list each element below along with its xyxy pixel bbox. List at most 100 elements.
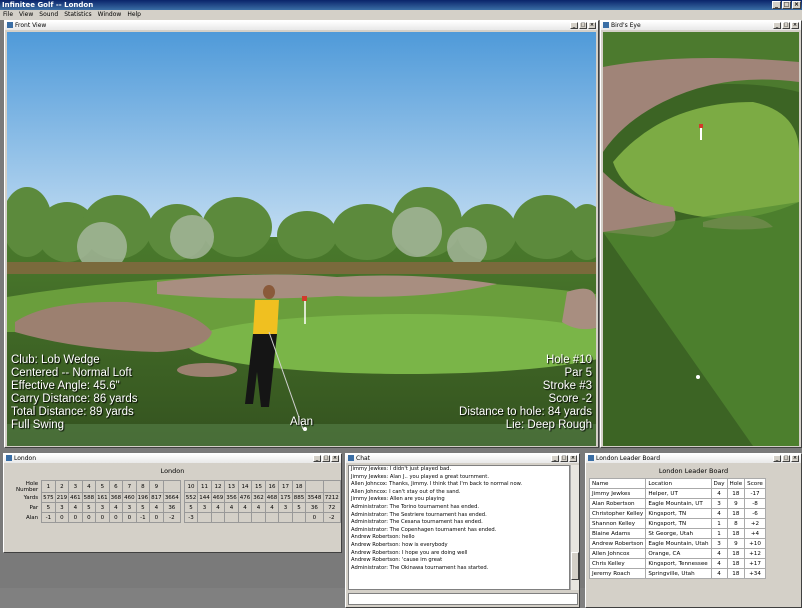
leaderboard-cell: Jimmy Jewkes (588, 488, 647, 499)
score-cell: 15 (251, 480, 266, 493)
score-cell: 4 (237, 502, 253, 513)
leaderboard-row[interactable]: Jeremy Roach Springville, Utah 4 18 +34 (588, 568, 766, 579)
front-view-title: Front View (15, 22, 47, 29)
close-button[interactable]: × (588, 22, 596, 29)
minimize-button[interactable]: _ (313, 455, 321, 462)
leaderboard-row[interactable]: Shannon Kelley Kingsport, TN 1 8 +2 (588, 518, 766, 529)
score-cell (264, 512, 280, 523)
close-button[interactable]: × (331, 455, 339, 462)
scorecard-table: Hole Number 1 2 3 4 5 6 7 8 9 10 11 12 13 14 15 16 17 18 Y… (8, 480, 342, 523)
lie-text: Lie: Deep Rough (505, 419, 592, 431)
leaderboard-column-header[interactable]: Hole (726, 478, 746, 489)
menu-view[interactable]: View (16, 10, 36, 20)
leaderboard-row[interactable]: Chris Kelley Kingsport, Tennessee 4 18 +17 (588, 558, 766, 569)
minimize-button[interactable]: _ (551, 455, 559, 462)
chat-message: Jimmy Jewkes: Allen are you playing (351, 496, 445, 503)
minimize-button[interactable]: _ (570, 22, 578, 29)
chat-message: Allen Johncox: Thanks, Jimmy. I think th… (351, 481, 523, 488)
menu-help[interactable]: Help (124, 10, 144, 20)
menu-window[interactable]: Window (95, 10, 125, 20)
front-view-titlebar[interactable]: Front View _ □ × (5, 21, 598, 30)
leaderboard-titlebar[interactable]: London Leader Board _ □ × (586, 454, 801, 463)
golf-scene[interactable]: Club: Lob Wedge Centered -- Normal Loft … (7, 32, 596, 446)
birds-eye-titlebar[interactable]: Bird's Eye _ □ × (601, 21, 801, 30)
score-cell: 817 (149, 492, 164, 503)
scorecard-window: London _ □ × London Hole Number 1 2 3 4 5 6 7 8 9… (3, 453, 342, 553)
close-button[interactable]: × (791, 22, 799, 29)
menu-file[interactable]: File (0, 10, 16, 20)
close-button[interactable]: × (791, 455, 799, 462)
close-button[interactable]: × (569, 455, 577, 462)
minimize-button[interactable]: _ (773, 22, 781, 29)
score-cell: 10 (183, 480, 199, 493)
birds-eye-graphic (603, 32, 799, 446)
chat-titlebar[interactable]: Chat _ □ × (346, 454, 579, 463)
leaderboard-row[interactable]: Andrew Robertson Eagle Mountain, Utah 3 9 +1… (588, 538, 766, 549)
scorecard-titlebar[interactable]: London _ □ × (4, 454, 341, 463)
leaderboard-column-header[interactable]: Location (645, 478, 712, 489)
score-cell: 5 (41, 502, 56, 513)
birds-eye-map[interactable] (603, 32, 799, 446)
score-cell: 161 (95, 492, 110, 503)
score-cell: 3 (54, 502, 70, 513)
chat-message: Andrew Robertson: 'cause im great (351, 557, 443, 564)
leaderboard-row[interactable]: Christopher Kelley Kingsport, TN 4 18 -6 (588, 508, 766, 519)
score-cell (224, 512, 239, 523)
leaderboard-cell: +12 (744, 548, 766, 559)
menu-sound[interactable]: Sound (36, 10, 61, 20)
front-total-cell: 36 (162, 502, 182, 513)
score-cell: 18 (291, 480, 307, 493)
score-cell: -3 (183, 512, 199, 523)
chat-input[interactable] (348, 593, 578, 605)
leaderboard-cell: -17 (744, 488, 766, 499)
leaderboard-column-header[interactable]: Score (744, 478, 766, 489)
leaderboard-row[interactable]: Alan Robertson Eagle Mountain, UT 3 9 -8 (588, 498, 766, 509)
score-cell: -1 (135, 512, 151, 523)
chat-log[interactable]: Jimmy Jewkes: I didn't just played bad. J… (348, 465, 570, 590)
score-cell: 0 (149, 512, 164, 523)
score-cell: 9 (149, 480, 164, 493)
app-title-bar: Infinitee Golf -- London _ □ × (0, 0, 802, 10)
app-maximize-button[interactable]: □ (782, 1, 791, 9)
stroke-text: Stroke #3 (542, 380, 592, 392)
score-cell: 469 (210, 492, 226, 503)
leaderboard-cell: Helper, UT (645, 488, 712, 499)
menu-statistics[interactable]: Statistics (61, 10, 94, 20)
minimize-button[interactable]: _ (773, 455, 781, 462)
score-cell: 7 (122, 480, 137, 493)
window-icon (7, 22, 13, 28)
chat-scrollbar-thumb[interactable] (571, 552, 579, 580)
score-cell: 0 (122, 512, 137, 523)
score-cell: 8 (135, 480, 151, 493)
birds-eye-title: Bird's Eye (611, 22, 641, 29)
chat-scrollbar[interactable] (570, 465, 579, 590)
score-cell: 5 (81, 502, 97, 513)
score-cell: 461 (68, 492, 83, 503)
leaderboard-cell: 18 (726, 528, 746, 539)
score-cell: 17 (278, 480, 293, 493)
leaderboard-cell: Alan Robertson (588, 498, 647, 509)
score-cell: 0 (54, 512, 70, 523)
score-cell (278, 512, 293, 523)
maximize-button[interactable]: □ (579, 22, 587, 29)
maximize-button[interactable]: □ (782, 455, 790, 462)
leaderboard-row[interactable]: Allen Johncox Orange, CA 4 18 +12 (588, 548, 766, 559)
app-close-button[interactable]: × (792, 1, 801, 9)
leaderboard-cell: Shannon Kelley (588, 518, 647, 529)
leaderboard-column-header[interactable]: Name (588, 478, 647, 489)
score-cell: 6 (108, 480, 124, 493)
distance-to-hole-text: Distance to hole: 84 yards (459, 406, 592, 418)
maximize-button[interactable]: □ (560, 455, 568, 462)
maximize-button[interactable]: □ (322, 455, 330, 462)
front-view-window: Front View _ □ × Club: Lob Wedge Centere… (4, 20, 599, 448)
leaderboard-cell: 4 (710, 508, 728, 519)
app-minimize-button[interactable]: _ (772, 1, 781, 9)
leaderboard-row[interactable]: Jimmy Jewkes Helper, UT 4 18 -17 (588, 488, 766, 499)
chat-message: Administrator: The Copenhagen tournament… (351, 526, 497, 533)
score-cell: 588 (81, 492, 97, 503)
score-cell: 4 (251, 502, 266, 513)
score-cell: 460 (122, 492, 137, 503)
maximize-button[interactable]: □ (782, 22, 790, 29)
leaderboard-row[interactable]: Blaine Adams St George, Utah 1 18 +4 (588, 528, 766, 539)
leaderboard-column-header[interactable]: Day (710, 478, 728, 489)
